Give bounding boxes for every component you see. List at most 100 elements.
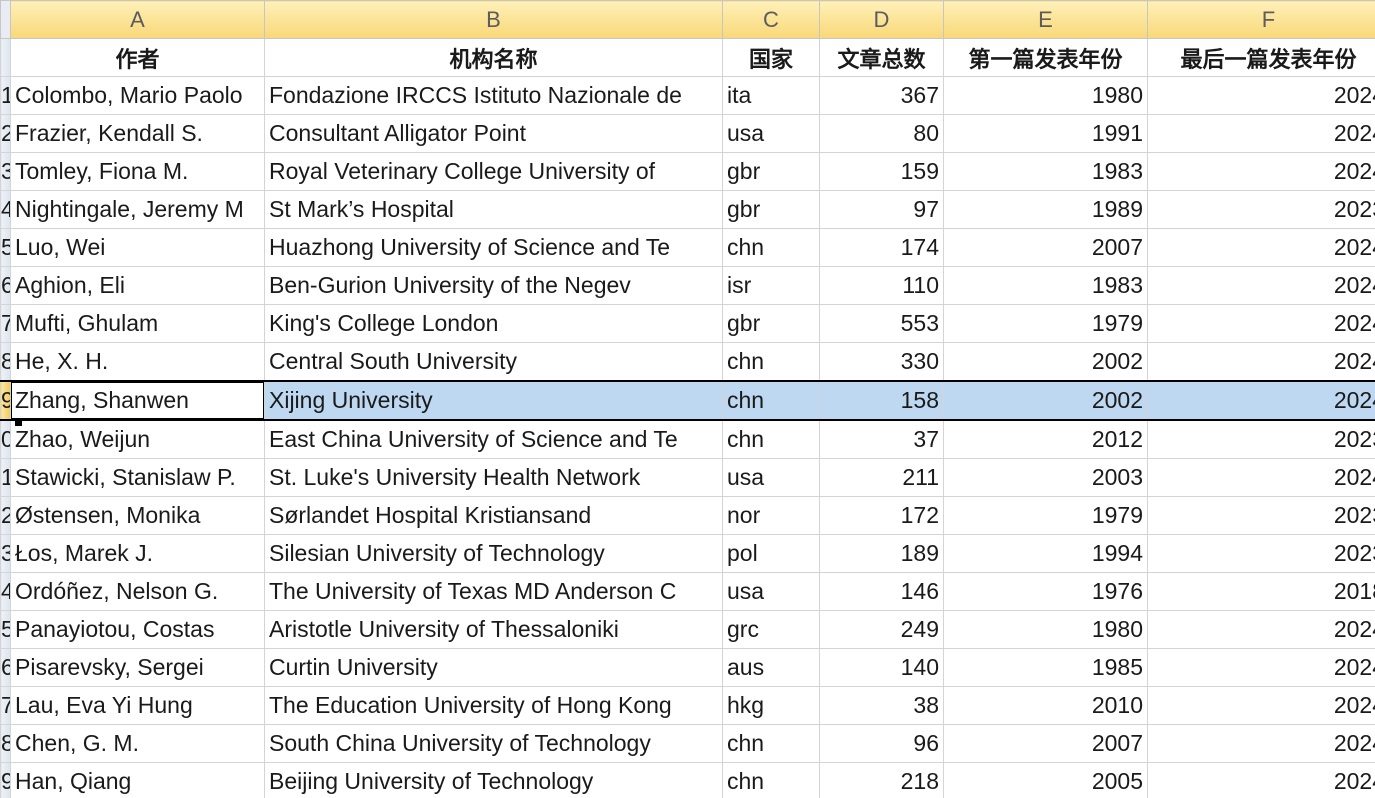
article-count-cell[interactable]: 249 xyxy=(819,610,944,649)
author-cell[interactable]: Pisarevsky, Sergei xyxy=(10,648,265,687)
last-year-cell[interactable]: 2023 xyxy=(1147,534,1375,573)
author-cell[interactable]: Tomley, Fiona M. xyxy=(10,152,265,191)
first-year-cell[interactable]: 2002 xyxy=(943,342,1148,382)
column-header-d[interactable]: D xyxy=(819,0,944,39)
header-cell-first-year[interactable]: 第一篇发表年份 xyxy=(943,38,1148,77)
first-year-cell[interactable]: 1983 xyxy=(943,152,1148,191)
author-cell[interactable]: Stawicki, Stanislaw P. xyxy=(10,458,265,497)
last-year-cell[interactable]: 2024 xyxy=(1147,342,1375,382)
article-count-cell[interactable]: 158 xyxy=(819,380,944,421)
header-cell-institution[interactable]: 机构名称 xyxy=(264,38,723,77)
article-count-cell[interactable]: 172 xyxy=(819,496,944,535)
fill-handle[interactable] xyxy=(15,419,22,426)
last-year-cell[interactable]: 2018 xyxy=(1147,572,1375,611)
article-count-cell[interactable]: 37 xyxy=(819,419,944,459)
column-header-e[interactable]: E xyxy=(943,0,1148,39)
article-count-cell[interactable]: 80 xyxy=(819,114,944,153)
article-count-cell[interactable]: 367 xyxy=(819,76,944,115)
first-year-cell[interactable]: 1985 xyxy=(943,648,1148,687)
first-year-cell[interactable]: 1994 xyxy=(943,534,1148,573)
institution-cell[interactable]: Ben-Gurion University of the Negev xyxy=(264,266,723,305)
article-count-cell[interactable]: 189 xyxy=(819,534,944,573)
row-number[interactable]: 7 xyxy=(0,304,11,343)
last-year-cell[interactable]: 2024 xyxy=(1147,724,1375,763)
country-cell[interactable]: isr xyxy=(722,266,820,305)
row-number[interactable]: 3 xyxy=(0,534,11,573)
country-cell[interactable]: aus xyxy=(722,648,820,687)
author-cell[interactable]: Nightingale, Jeremy M xyxy=(10,190,265,229)
country-cell[interactable]: nor xyxy=(722,496,820,535)
last-year-cell[interactable]: 2024 xyxy=(1147,648,1375,687)
country-cell[interactable]: gbr xyxy=(722,152,820,191)
country-cell[interactable]: usa xyxy=(722,572,820,611)
last-year-cell[interactable]: 2023 xyxy=(1147,190,1375,229)
first-year-cell[interactable]: 1979 xyxy=(943,304,1148,343)
last-year-cell[interactable]: 2024 xyxy=(1147,114,1375,153)
article-count-cell[interactable]: 140 xyxy=(819,648,944,687)
country-cell[interactable]: usa xyxy=(722,114,820,153)
last-year-cell[interactable]: 2024 xyxy=(1147,152,1375,191)
article-count-cell[interactable]: 146 xyxy=(819,572,944,611)
row-number[interactable]: 1 xyxy=(0,76,11,115)
column-header-b[interactable]: B xyxy=(264,0,723,39)
country-cell[interactable]: grc xyxy=(722,610,820,649)
article-count-cell[interactable]: 159 xyxy=(819,152,944,191)
article-count-cell[interactable]: 211 xyxy=(819,458,944,497)
row-number[interactable]: 3 xyxy=(0,152,11,191)
article-count-cell[interactable]: 553 xyxy=(819,304,944,343)
last-year-cell[interactable]: 2023 xyxy=(1147,419,1375,459)
country-cell[interactable]: chn xyxy=(722,380,820,421)
institution-cell[interactable]: Fondazione IRCCS Istituto Nazionale de xyxy=(264,76,723,115)
header-cell-article-count[interactable]: 文章总数 xyxy=(819,38,944,77)
last-year-cell[interactable]: 2024 xyxy=(1147,266,1375,305)
first-year-cell[interactable]: 1976 xyxy=(943,572,1148,611)
row-number[interactable]: 0 xyxy=(0,419,11,459)
institution-cell[interactable]: The University of Texas MD Anderson C xyxy=(264,572,723,611)
first-year-cell[interactable]: 1991 xyxy=(943,114,1148,153)
first-year-cell[interactable]: 1983 xyxy=(943,266,1148,305)
author-cell[interactable]: Lau, Eva Yi Hung xyxy=(10,686,265,725)
column-header-a[interactable]: A xyxy=(10,0,265,39)
last-year-cell[interactable]: 2024 xyxy=(1147,380,1375,421)
author-cell[interactable]: Østensen, Monika xyxy=(10,496,265,535)
row-number[interactable]: 7 xyxy=(0,686,11,725)
author-cell[interactable]: Aghion, Eli xyxy=(10,266,265,305)
author-cell[interactable]: Han, Qiang xyxy=(10,762,265,798)
country-cell[interactable]: chn xyxy=(722,228,820,267)
institution-cell[interactable]: Beijing University of Technology xyxy=(264,762,723,798)
institution-cell[interactable]: Huazhong University of Science and Te xyxy=(264,228,723,267)
country-cell[interactable]: chn xyxy=(722,419,820,459)
first-year-cell[interactable]: 1980 xyxy=(943,610,1148,649)
institution-cell[interactable]: Consultant Alligator Point xyxy=(264,114,723,153)
article-count-cell[interactable]: 97 xyxy=(819,190,944,229)
institution-cell[interactable]: Aristotle University of Thessaloniki xyxy=(264,610,723,649)
author-cell[interactable]: Frazier, Kendall S. xyxy=(10,114,265,153)
article-count-cell[interactable]: 330 xyxy=(819,342,944,382)
country-cell[interactable]: chn xyxy=(722,724,820,763)
last-year-cell[interactable]: 2024 xyxy=(1147,762,1375,798)
first-year-cell[interactable]: 2012 xyxy=(943,419,1148,459)
article-count-cell[interactable]: 218 xyxy=(819,762,944,798)
article-count-cell[interactable]: 38 xyxy=(819,686,944,725)
row-number[interactable]: 4 xyxy=(0,190,11,229)
author-cell[interactable]: Luo, Wei xyxy=(10,228,265,267)
author-cell[interactable]: Zhao, Weijun xyxy=(10,419,265,459)
row-number[interactable]: 8 xyxy=(0,342,11,382)
article-count-cell[interactable]: 174 xyxy=(819,228,944,267)
last-year-cell[interactable]: 2024 xyxy=(1147,228,1375,267)
institution-cell[interactable]: Xijing University xyxy=(264,380,723,421)
author-cell[interactable]: Łos, Marek J. xyxy=(10,534,265,573)
first-year-cell[interactable]: 1979 xyxy=(943,496,1148,535)
last-year-cell[interactable]: 2024 xyxy=(1147,686,1375,725)
institution-cell[interactable]: Silesian University of Technology xyxy=(264,534,723,573)
row-number[interactable]: 9 xyxy=(0,380,11,421)
first-year-cell[interactable]: 1989 xyxy=(943,190,1148,229)
first-year-cell[interactable]: 2005 xyxy=(943,762,1148,798)
institution-cell[interactable]: East China University of Science and Te xyxy=(264,419,723,459)
institution-cell[interactable]: South China University of Technology xyxy=(264,724,723,763)
header-cell-last-year[interactable]: 最后一篇发表年份 xyxy=(1147,38,1375,77)
row-number[interactable]: 2 xyxy=(0,114,11,153)
last-year-cell[interactable]: 2024 xyxy=(1147,610,1375,649)
institution-cell[interactable]: Royal Veterinary College University of xyxy=(264,152,723,191)
institution-cell[interactable]: Sørlandet Hospital Kristiansand xyxy=(264,496,723,535)
